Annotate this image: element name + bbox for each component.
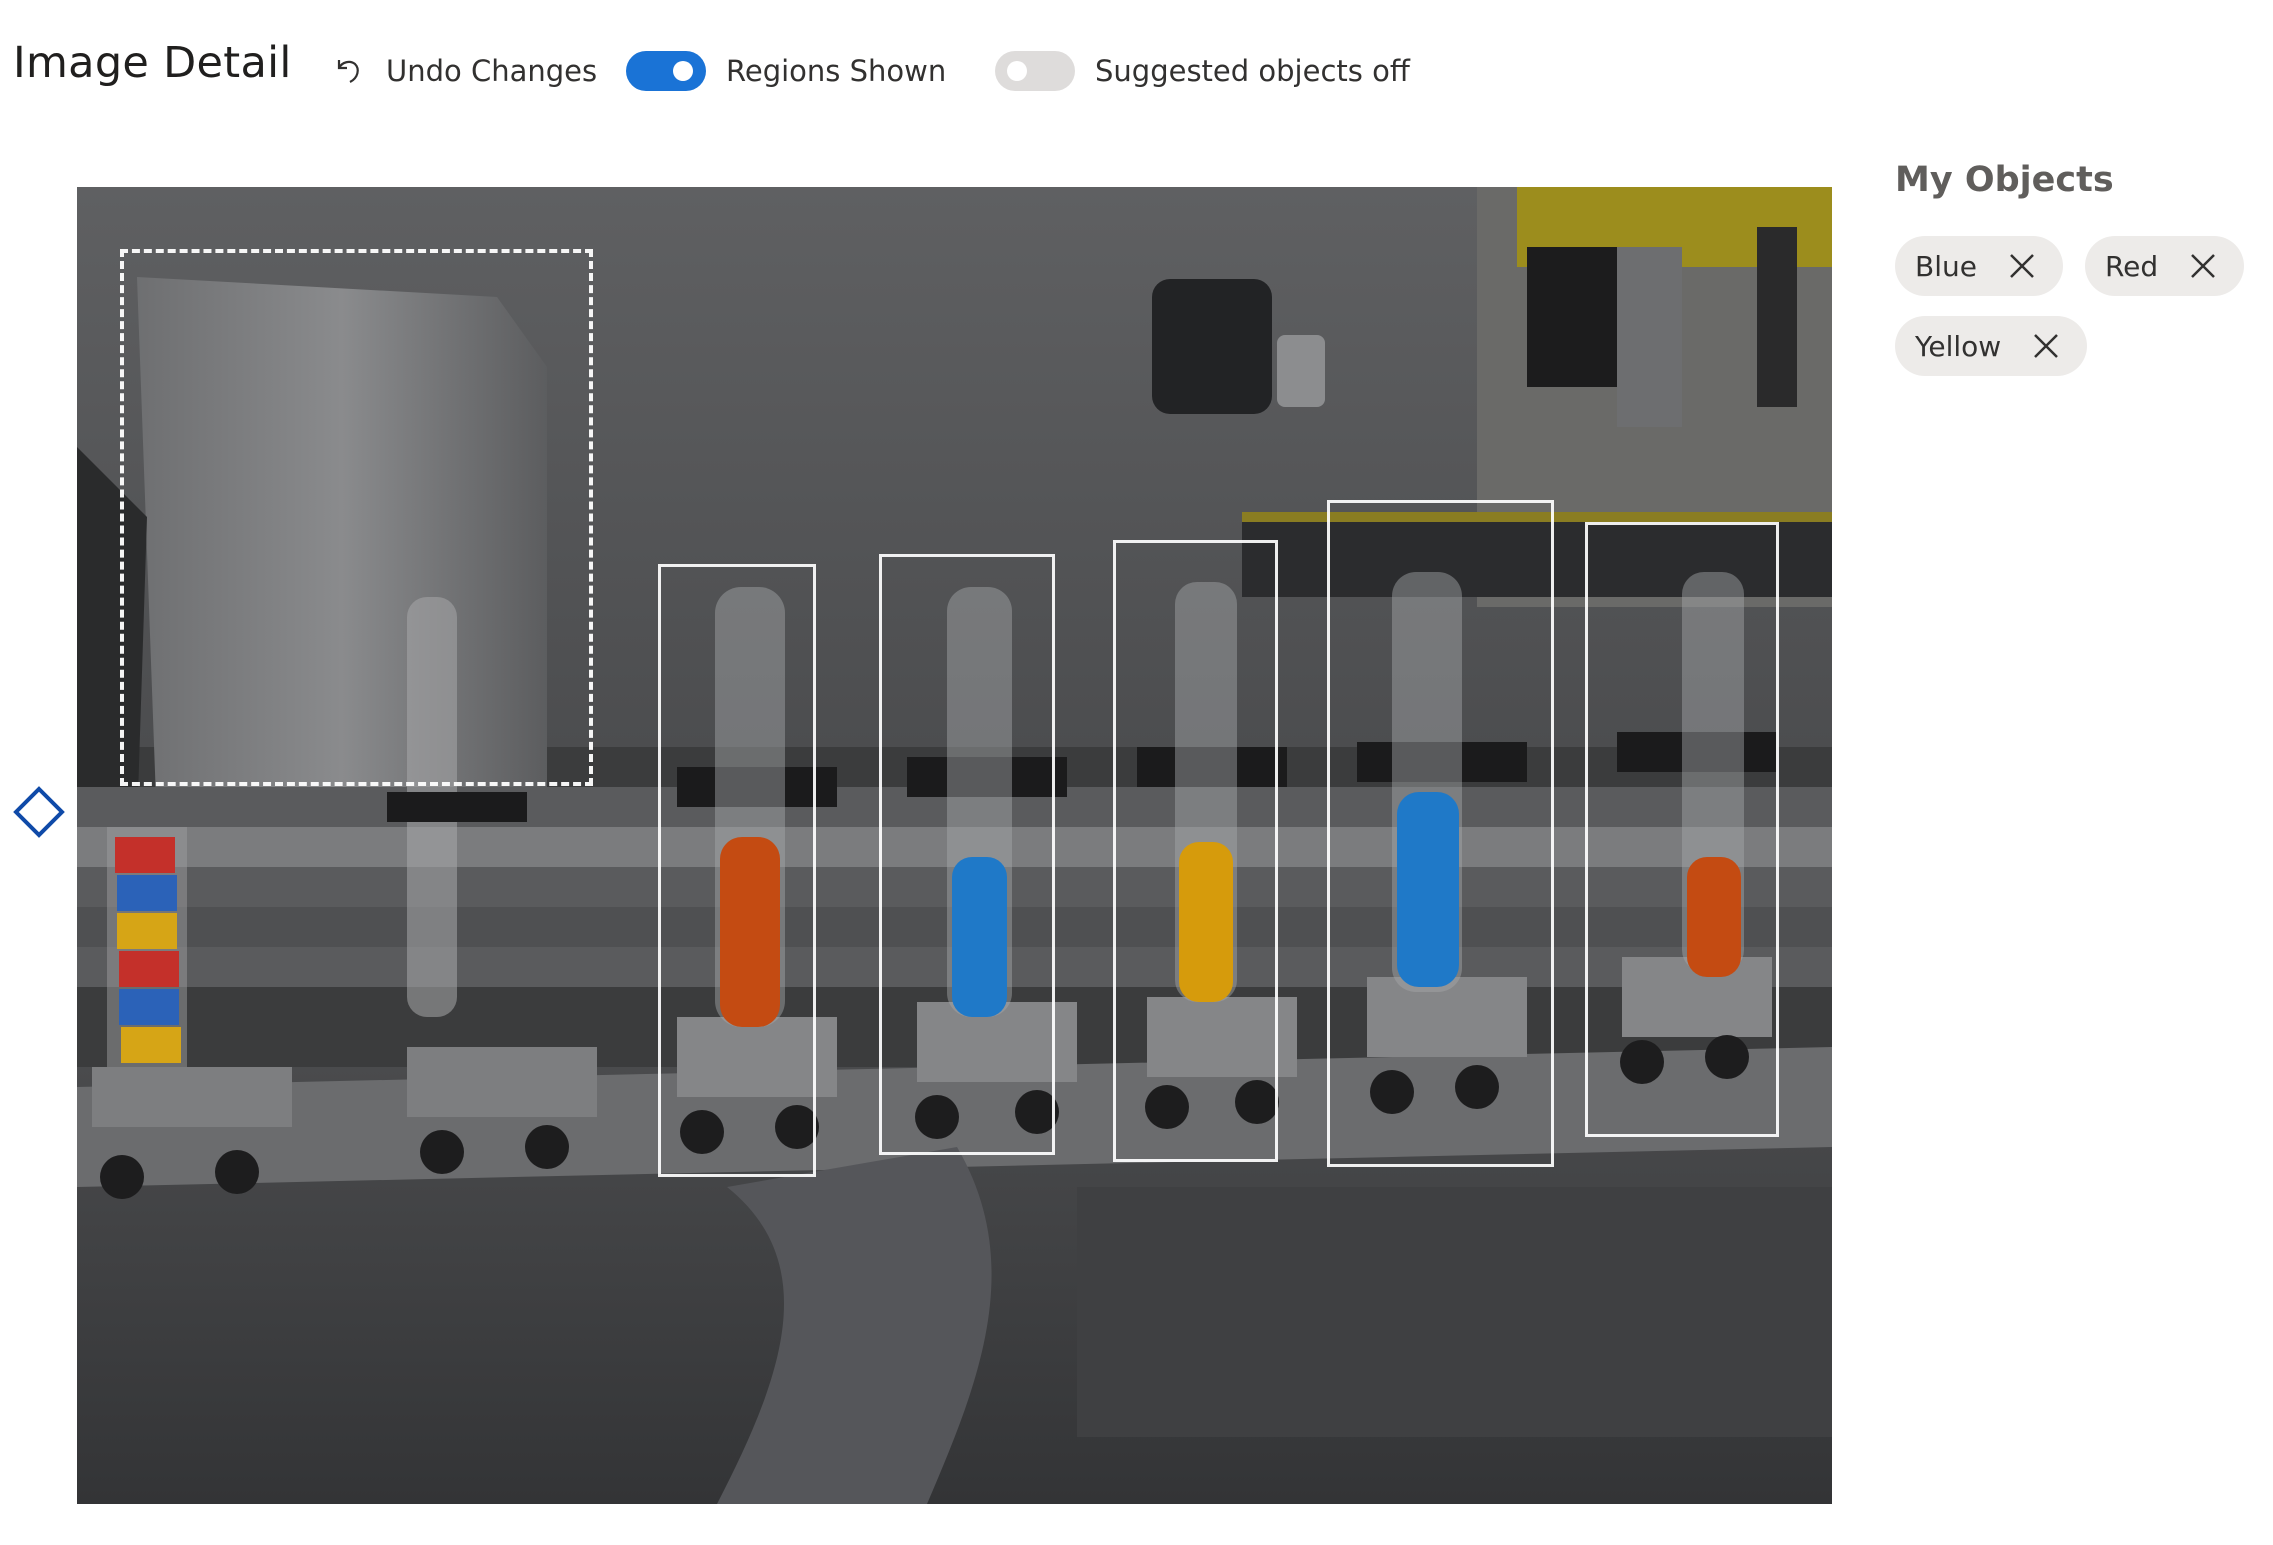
close-icon[interactable] (2007, 251, 2037, 281)
region-box-4[interactable] (1113, 540, 1278, 1162)
region-box-3[interactable] (879, 554, 1055, 1155)
suggested-toggle-switch[interactable] (995, 51, 1075, 91)
toggle-knob (1007, 61, 1027, 81)
close-icon[interactable] (2188, 251, 2218, 281)
object-tag-list: Blue Red Yellow (1895, 236, 2255, 376)
toolbar: Image Detail Undo Changes Regions Shown … (0, 0, 2273, 140)
suggested-toggle-label: Suggested objects off (1095, 54, 1410, 88)
undo-changes-button[interactable]: Undo Changes (330, 46, 597, 96)
object-tag-yellow[interactable]: Yellow (1895, 316, 2088, 376)
regions-toggle-switch[interactable] (626, 51, 706, 91)
page-title: Image Detail (13, 38, 292, 88)
region-box-6[interactable] (1585, 522, 1779, 1137)
my-objects-title: My Objects (1895, 160, 2114, 200)
object-tag-label: Yellow (1915, 329, 2002, 363)
object-tag-blue[interactable]: Blue (1895, 236, 2063, 296)
undo-icon (337, 60, 359, 83)
object-tag-label: Blue (1915, 249, 1977, 283)
object-tag-red[interactable]: Red (2084, 236, 2245, 296)
toggle-knob (673, 61, 693, 81)
region-box-1[interactable] (120, 249, 593, 786)
object-tag-label: Red (2104, 249, 2159, 283)
image-canvas[interactable] (77, 187, 1832, 1504)
suggested-objects-toggle[interactable]: Suggested objects off (995, 46, 1410, 96)
my-objects-panel: My Objects Blue Red Yellow (1895, 160, 2255, 376)
region-box-2[interactable] (658, 564, 816, 1177)
regions-toggle-label: Regions Shown (726, 54, 947, 88)
regions-shown-toggle[interactable]: Regions Shown (626, 46, 946, 96)
region-box-5[interactable] (1327, 500, 1554, 1167)
close-icon[interactable] (2031, 331, 2061, 361)
resize-handle-icon[interactable] (13, 786, 65, 838)
undo-changes-label: Undo Changes (386, 54, 598, 88)
